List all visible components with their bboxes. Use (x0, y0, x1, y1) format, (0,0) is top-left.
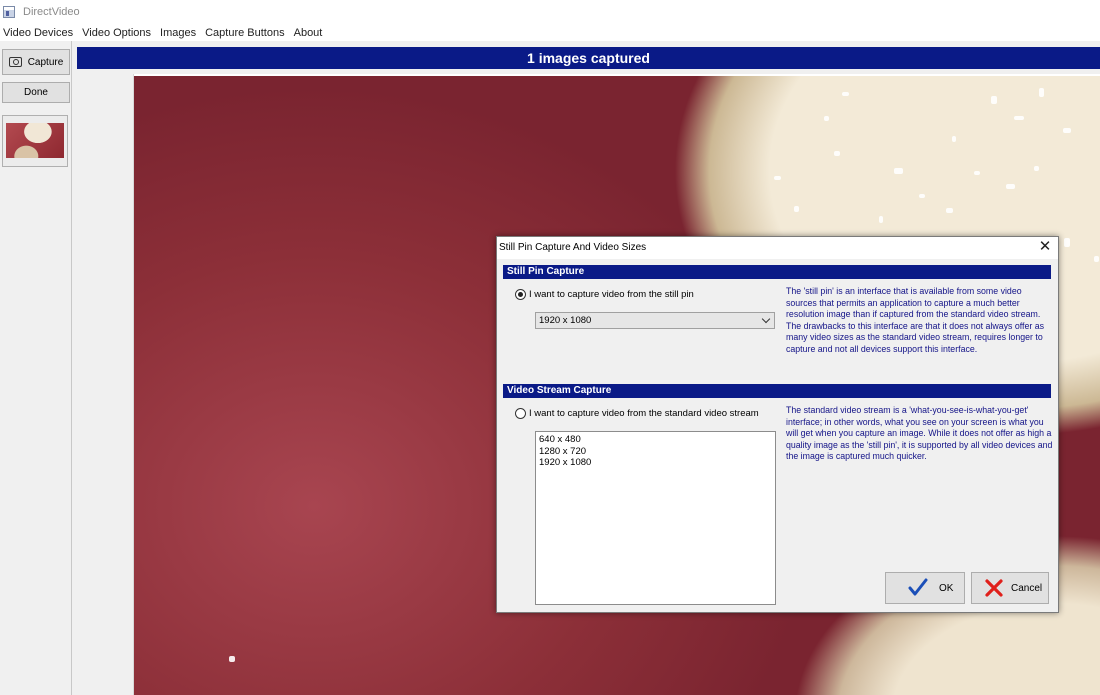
app-window-icon (3, 6, 15, 18)
menu-video-devices[interactable]: Video Devices (0, 27, 78, 39)
cancel-button-label: Cancel (1011, 582, 1043, 594)
still-pin-radio-row[interactable]: I want to capture video from the still p… (515, 289, 694, 300)
ok-button-label: OK (939, 582, 954, 594)
capture-status-bar: 1 images captured (77, 47, 1100, 69)
list-item[interactable]: 1920 x 1080 (539, 457, 772, 469)
video-stream-radio-row[interactable]: I want to capture video from the standar… (515, 408, 759, 419)
done-button-label: Done (24, 87, 48, 98)
video-size-list[interactable]: 640 x 480 1280 x 720 1920 x 1080 (535, 431, 776, 605)
still-pin-description: The 'still pin' is an interface that is … (786, 286, 1045, 354)
checkmark-icon (908, 578, 928, 596)
dialog-title: Still Pin Capture And Video Sizes (497, 237, 1058, 259)
list-item[interactable]: 1280 x 720 (539, 446, 772, 458)
video-stream-radio-label: I want to capture video from the standar… (529, 408, 759, 419)
close-icon[interactable]: ✕ (1038, 239, 1052, 254)
menu-bar: Video Devices Video Options Images Captu… (0, 24, 1100, 41)
menu-video-options[interactable]: Video Options (79, 27, 156, 39)
chevron-down-icon (761, 314, 771, 324)
menu-capture-buttons[interactable]: Capture Buttons (202, 27, 290, 39)
title-bar: DirectVideo (0, 0, 1100, 24)
still-pin-size-value: 1920 x 1080 (539, 315, 592, 326)
cancel-button[interactable]: Cancel (971, 572, 1049, 604)
thumbnail-list (2, 115, 68, 167)
ok-button[interactable]: OK (885, 572, 965, 604)
still-pin-size-select[interactable]: 1920 x 1080 (535, 312, 775, 329)
viewer-gutter (77, 74, 134, 695)
captured-image-thumbnail[interactable] (6, 123, 64, 158)
capture-button[interactable]: Capture (2, 49, 70, 75)
still-pin-radio-label: I want to capture video from the still p… (529, 289, 694, 300)
video-stream-heading: Video Stream Capture (503, 384, 1051, 398)
still-pin-dialog: Still Pin Capture And Video Sizes ✕ Stil… (496, 236, 1059, 613)
red-x-icon (985, 579, 1003, 597)
left-panel: Capture Done (0, 41, 72, 695)
list-item[interactable]: 640 x 480 (539, 434, 772, 446)
menu-about[interactable]: About (291, 27, 328, 39)
camera-icon (8, 57, 22, 67)
still-pin-heading: Still Pin Capture (503, 265, 1051, 279)
still-pin-radio[interactable] (515, 289, 526, 300)
menu-images[interactable]: Images (157, 27, 201, 39)
video-stream-description: The standard video stream is a 'what-you… (786, 405, 1053, 462)
window-title: DirectVideo (23, 6, 80, 18)
capture-button-label: Capture (27, 56, 64, 68)
video-stream-radio[interactable] (515, 408, 526, 419)
done-button[interactable]: Done (2, 82, 70, 103)
